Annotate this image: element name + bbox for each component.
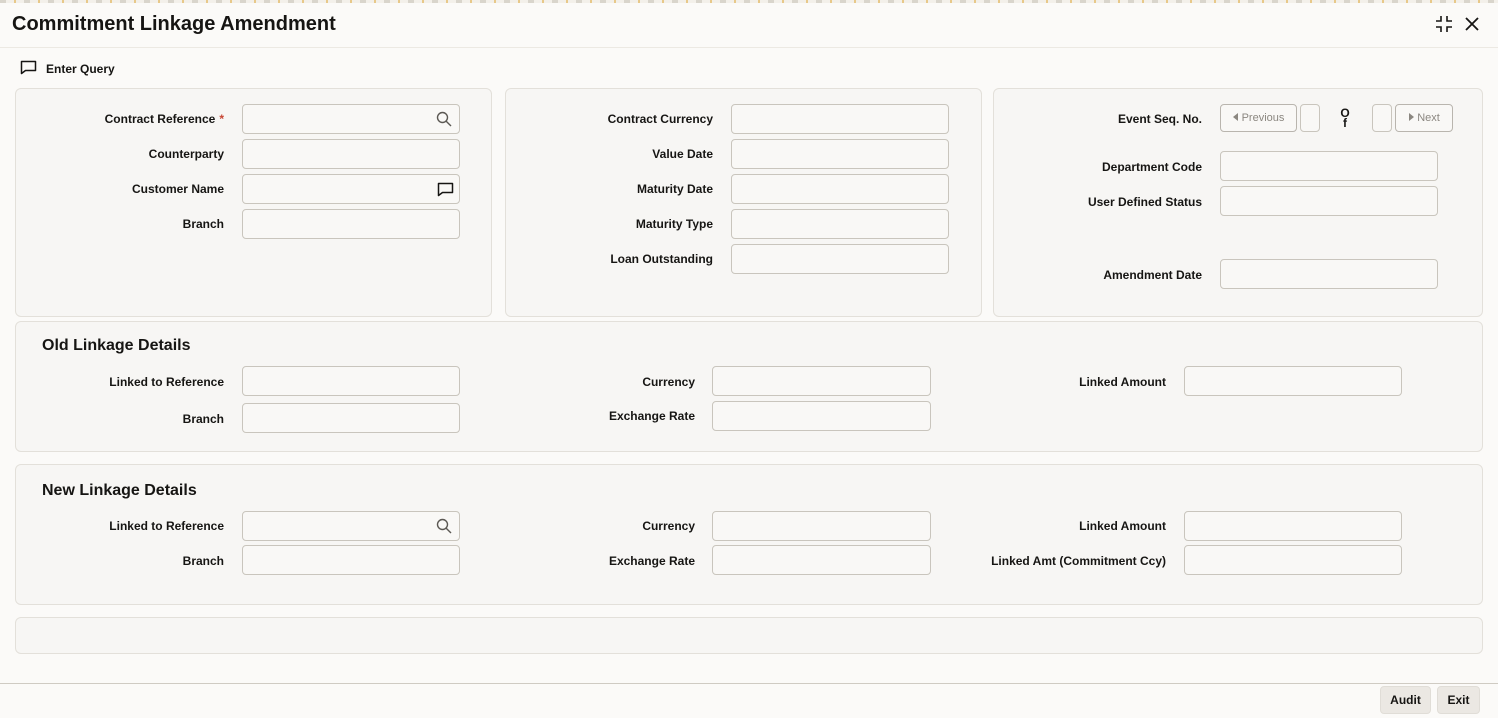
amendment-date-label: Amendment Date: [1103, 268, 1202, 282]
maturity-type-input[interactable]: [731, 209, 949, 239]
department-code-label: Department Code: [1101, 160, 1202, 174]
next-button[interactable]: Next: [1395, 104, 1453, 132]
old-linkage-title: Old Linkage Details: [42, 337, 191, 354]
new-linked-to-reference-label: Linked to Reference: [109, 519, 224, 533]
new-exchange-rate-input[interactable]: [712, 545, 931, 575]
maximize-icon[interactable]: [1434, 14, 1454, 34]
value-date-input[interactable]: [731, 139, 949, 169]
old-currency-input[interactable]: [712, 366, 931, 396]
new-branch-input[interactable]: [242, 545, 460, 575]
enter-query-button[interactable]: Enter Query: [20, 59, 115, 79]
enter-query-label: Enter Query: [46, 62, 115, 76]
amendment-date-input[interactable]: [1220, 259, 1438, 289]
old-branch-input[interactable]: [242, 403, 460, 433]
close-icon[interactable]: [1462, 14, 1482, 34]
contract-currency-input[interactable]: [731, 104, 949, 134]
current-event-box[interactable]: [1300, 104, 1320, 132]
new-branch-label: Branch: [182, 554, 224, 568]
comment-icon[interactable]: [436, 180, 454, 198]
chevron-right-icon: [1408, 112, 1415, 124]
exit-button[interactable]: Exit: [1437, 686, 1480, 714]
loan-outstanding-input[interactable]: [731, 244, 949, 274]
search-icon[interactable]: [435, 517, 453, 535]
new-linked-amount-label: Linked Amount: [1079, 519, 1166, 533]
of-label: O f: [1340, 106, 1350, 130]
user-defined-status-input[interactable]: [1220, 186, 1438, 216]
old-linked-amount-input[interactable]: [1184, 366, 1402, 396]
user-defined-status-label: User Defined Status: [1087, 195, 1202, 209]
customer-name-label: Customer Name: [131, 182, 224, 196]
old-currency-label: Currency: [642, 375, 695, 389]
branch-input[interactable]: [242, 209, 460, 239]
old-exchange-rate-input[interactable]: [712, 401, 931, 431]
top-decor-stripe: [0, 0, 1498, 3]
customer-name-input[interactable]: [242, 174, 460, 204]
header-divider: [0, 47, 1498, 48]
next-label: Next: [1417, 112, 1440, 124]
new-currency-label: Currency: [642, 519, 695, 533]
contract-reference-label: Contract Reference *: [104, 112, 224, 126]
old-exchange-rate-label: Exchange Rate: [608, 409, 695, 423]
new-currency-input[interactable]: [712, 511, 931, 541]
branch-label: Branch: [182, 217, 224, 231]
counterparty-label: Counterparty: [148, 147, 224, 161]
maturity-type-label: Maturity Type: [635, 217, 713, 231]
contract-currency-label: Contract Currency: [607, 112, 713, 126]
contract-reference-input[interactable]: [242, 104, 460, 134]
event-seq-no-label: Event Seq. No.: [1117, 112, 1202, 126]
loan-outstanding-label: Loan Outstanding: [610, 252, 713, 266]
old-linked-amount-label: Linked Amount: [1079, 375, 1166, 389]
linked-amt-commitment-ccy-input[interactable]: [1184, 545, 1402, 575]
old-linked-to-reference-label: Linked to Reference: [109, 375, 224, 389]
footer-divider: [0, 683, 1498, 684]
old-linked-to-reference-input[interactable]: [242, 366, 460, 396]
page-title: Commitment Linkage Amendment: [12, 13, 336, 35]
chevron-left-icon: [1232, 112, 1239, 124]
new-exchange-rate-label: Exchange Rate: [608, 554, 695, 568]
maturity-date-label: Maturity Date: [636, 182, 713, 196]
comment-icon: [20, 60, 37, 78]
total-event-box[interactable]: [1372, 104, 1392, 132]
value-date-label: Value Date: [652, 147, 713, 161]
old-branch-label: Branch: [182, 412, 224, 426]
maturity-date-input[interactable]: [731, 174, 949, 204]
linked-amt-commitment-ccy-label: Linked Amt (Commitment Ccy): [991, 554, 1166, 568]
counterparty-input[interactable]: [242, 139, 460, 169]
department-code-input[interactable]: [1220, 151, 1438, 181]
search-icon[interactable]: [435, 110, 453, 128]
previous-label: Previous: [1241, 112, 1285, 124]
new-linked-amount-input[interactable]: [1184, 511, 1402, 541]
empty-footer-panel: [15, 617, 1483, 654]
previous-button[interactable]: Previous: [1220, 104, 1297, 132]
audit-button[interactable]: Audit: [1380, 686, 1431, 714]
required-marker: *: [219, 112, 224, 126]
new-linkage-title: New Linkage Details: [42, 482, 197, 499]
new-linked-to-reference-input[interactable]: [242, 511, 460, 541]
